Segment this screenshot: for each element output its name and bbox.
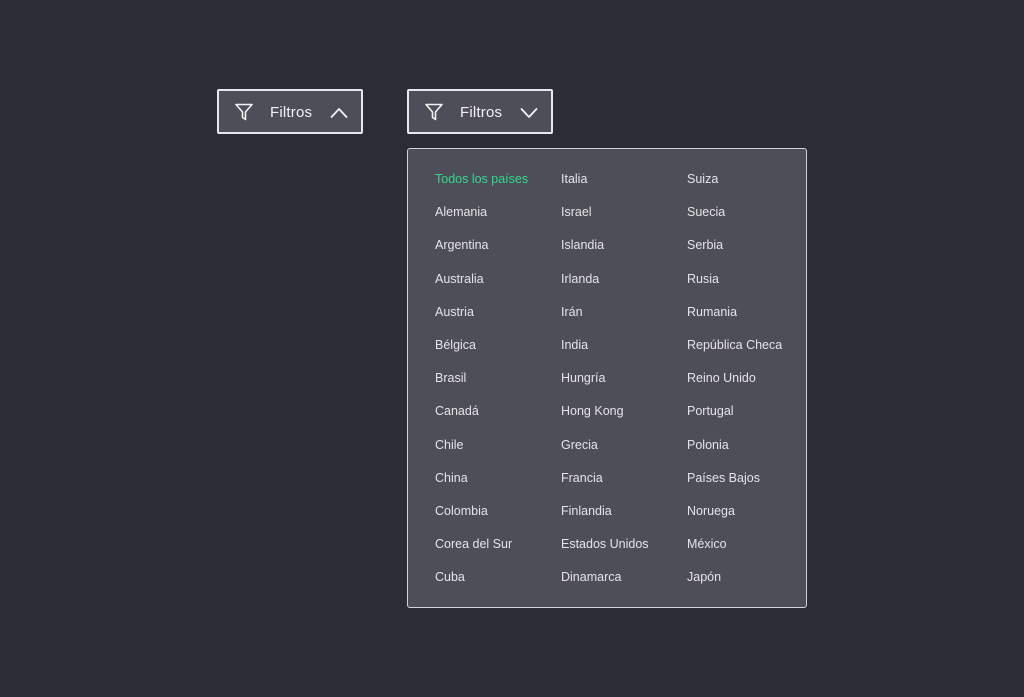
country-option[interactable]: Francia bbox=[561, 468, 687, 501]
country-option[interactable]: Suiza bbox=[687, 169, 813, 202]
country-option[interactable]: Serbia bbox=[687, 235, 813, 268]
country-option[interactable]: Irlanda bbox=[561, 269, 687, 302]
filter-button-collapsed[interactable]: Filtros bbox=[217, 89, 363, 134]
country-option[interactable]: Polonia bbox=[687, 435, 813, 468]
country-option[interactable]: Portugal bbox=[687, 401, 813, 434]
country-option[interactable]: Rumania bbox=[687, 302, 813, 335]
funnel-icon bbox=[235, 103, 253, 121]
country-option[interactable]: Reino Unido bbox=[687, 368, 813, 401]
country-option[interactable]: República Checa bbox=[687, 335, 813, 368]
country-option[interactable]: Israel bbox=[561, 202, 687, 235]
country-option[interactable]: Italia bbox=[561, 169, 687, 202]
country-option[interactable]: Irán bbox=[561, 302, 687, 335]
country-option[interactable]: México bbox=[687, 534, 813, 567]
country-option-all[interactable]: Todos los países bbox=[435, 169, 561, 202]
country-option[interactable]: Dinamarca bbox=[561, 567, 687, 600]
country-option[interactable]: Hungría bbox=[561, 368, 687, 401]
country-dropdown: Todos los países Alemania Argentina Austral… bbox=[407, 148, 807, 608]
country-option[interactable]: Japón bbox=[687, 567, 813, 600]
country-option[interactable]: Suecia bbox=[687, 202, 813, 235]
country-option[interactable]: Bélgica bbox=[435, 335, 561, 368]
filter-button-label: Filtros bbox=[270, 104, 313, 121]
country-option[interactable]: Noruega bbox=[687, 501, 813, 534]
filter-button-label: Filtros bbox=[460, 104, 503, 121]
country-option[interactable]: Islandia bbox=[561, 235, 687, 268]
country-list: Todos los países Alemania Argentina Austral… bbox=[435, 169, 813, 600]
filter-button-expanded[interactable]: Filtros bbox=[407, 89, 553, 134]
country-option[interactable]: Grecia bbox=[561, 435, 687, 468]
country-option[interactable]: Chile bbox=[435, 435, 561, 468]
country-option[interactable]: Argentina bbox=[435, 235, 561, 268]
chevron-down-icon bbox=[520, 108, 538, 118]
country-option[interactable]: Cuba bbox=[435, 567, 561, 600]
country-option[interactable]: Alemania bbox=[435, 202, 561, 235]
country-option[interactable]: Estados Unidos bbox=[561, 534, 687, 567]
funnel-icon bbox=[425, 103, 443, 121]
country-option[interactable]: India bbox=[561, 335, 687, 368]
country-option[interactable]: Australia bbox=[435, 269, 561, 302]
country-option[interactable]: Países Bajos bbox=[687, 468, 813, 501]
country-option[interactable]: Brasil bbox=[435, 368, 561, 401]
country-option[interactable]: Austria bbox=[435, 302, 561, 335]
country-option[interactable]: China bbox=[435, 468, 561, 501]
country-option[interactable]: Canadá bbox=[435, 401, 561, 434]
country-option[interactable]: Hong Kong bbox=[561, 401, 687, 434]
chevron-up-icon bbox=[330, 108, 348, 118]
country-option[interactable]: Finlandia bbox=[561, 501, 687, 534]
country-option[interactable]: Rusia bbox=[687, 269, 813, 302]
country-option[interactable]: Corea del Sur bbox=[435, 534, 561, 567]
country-option[interactable]: Colombia bbox=[435, 501, 561, 534]
